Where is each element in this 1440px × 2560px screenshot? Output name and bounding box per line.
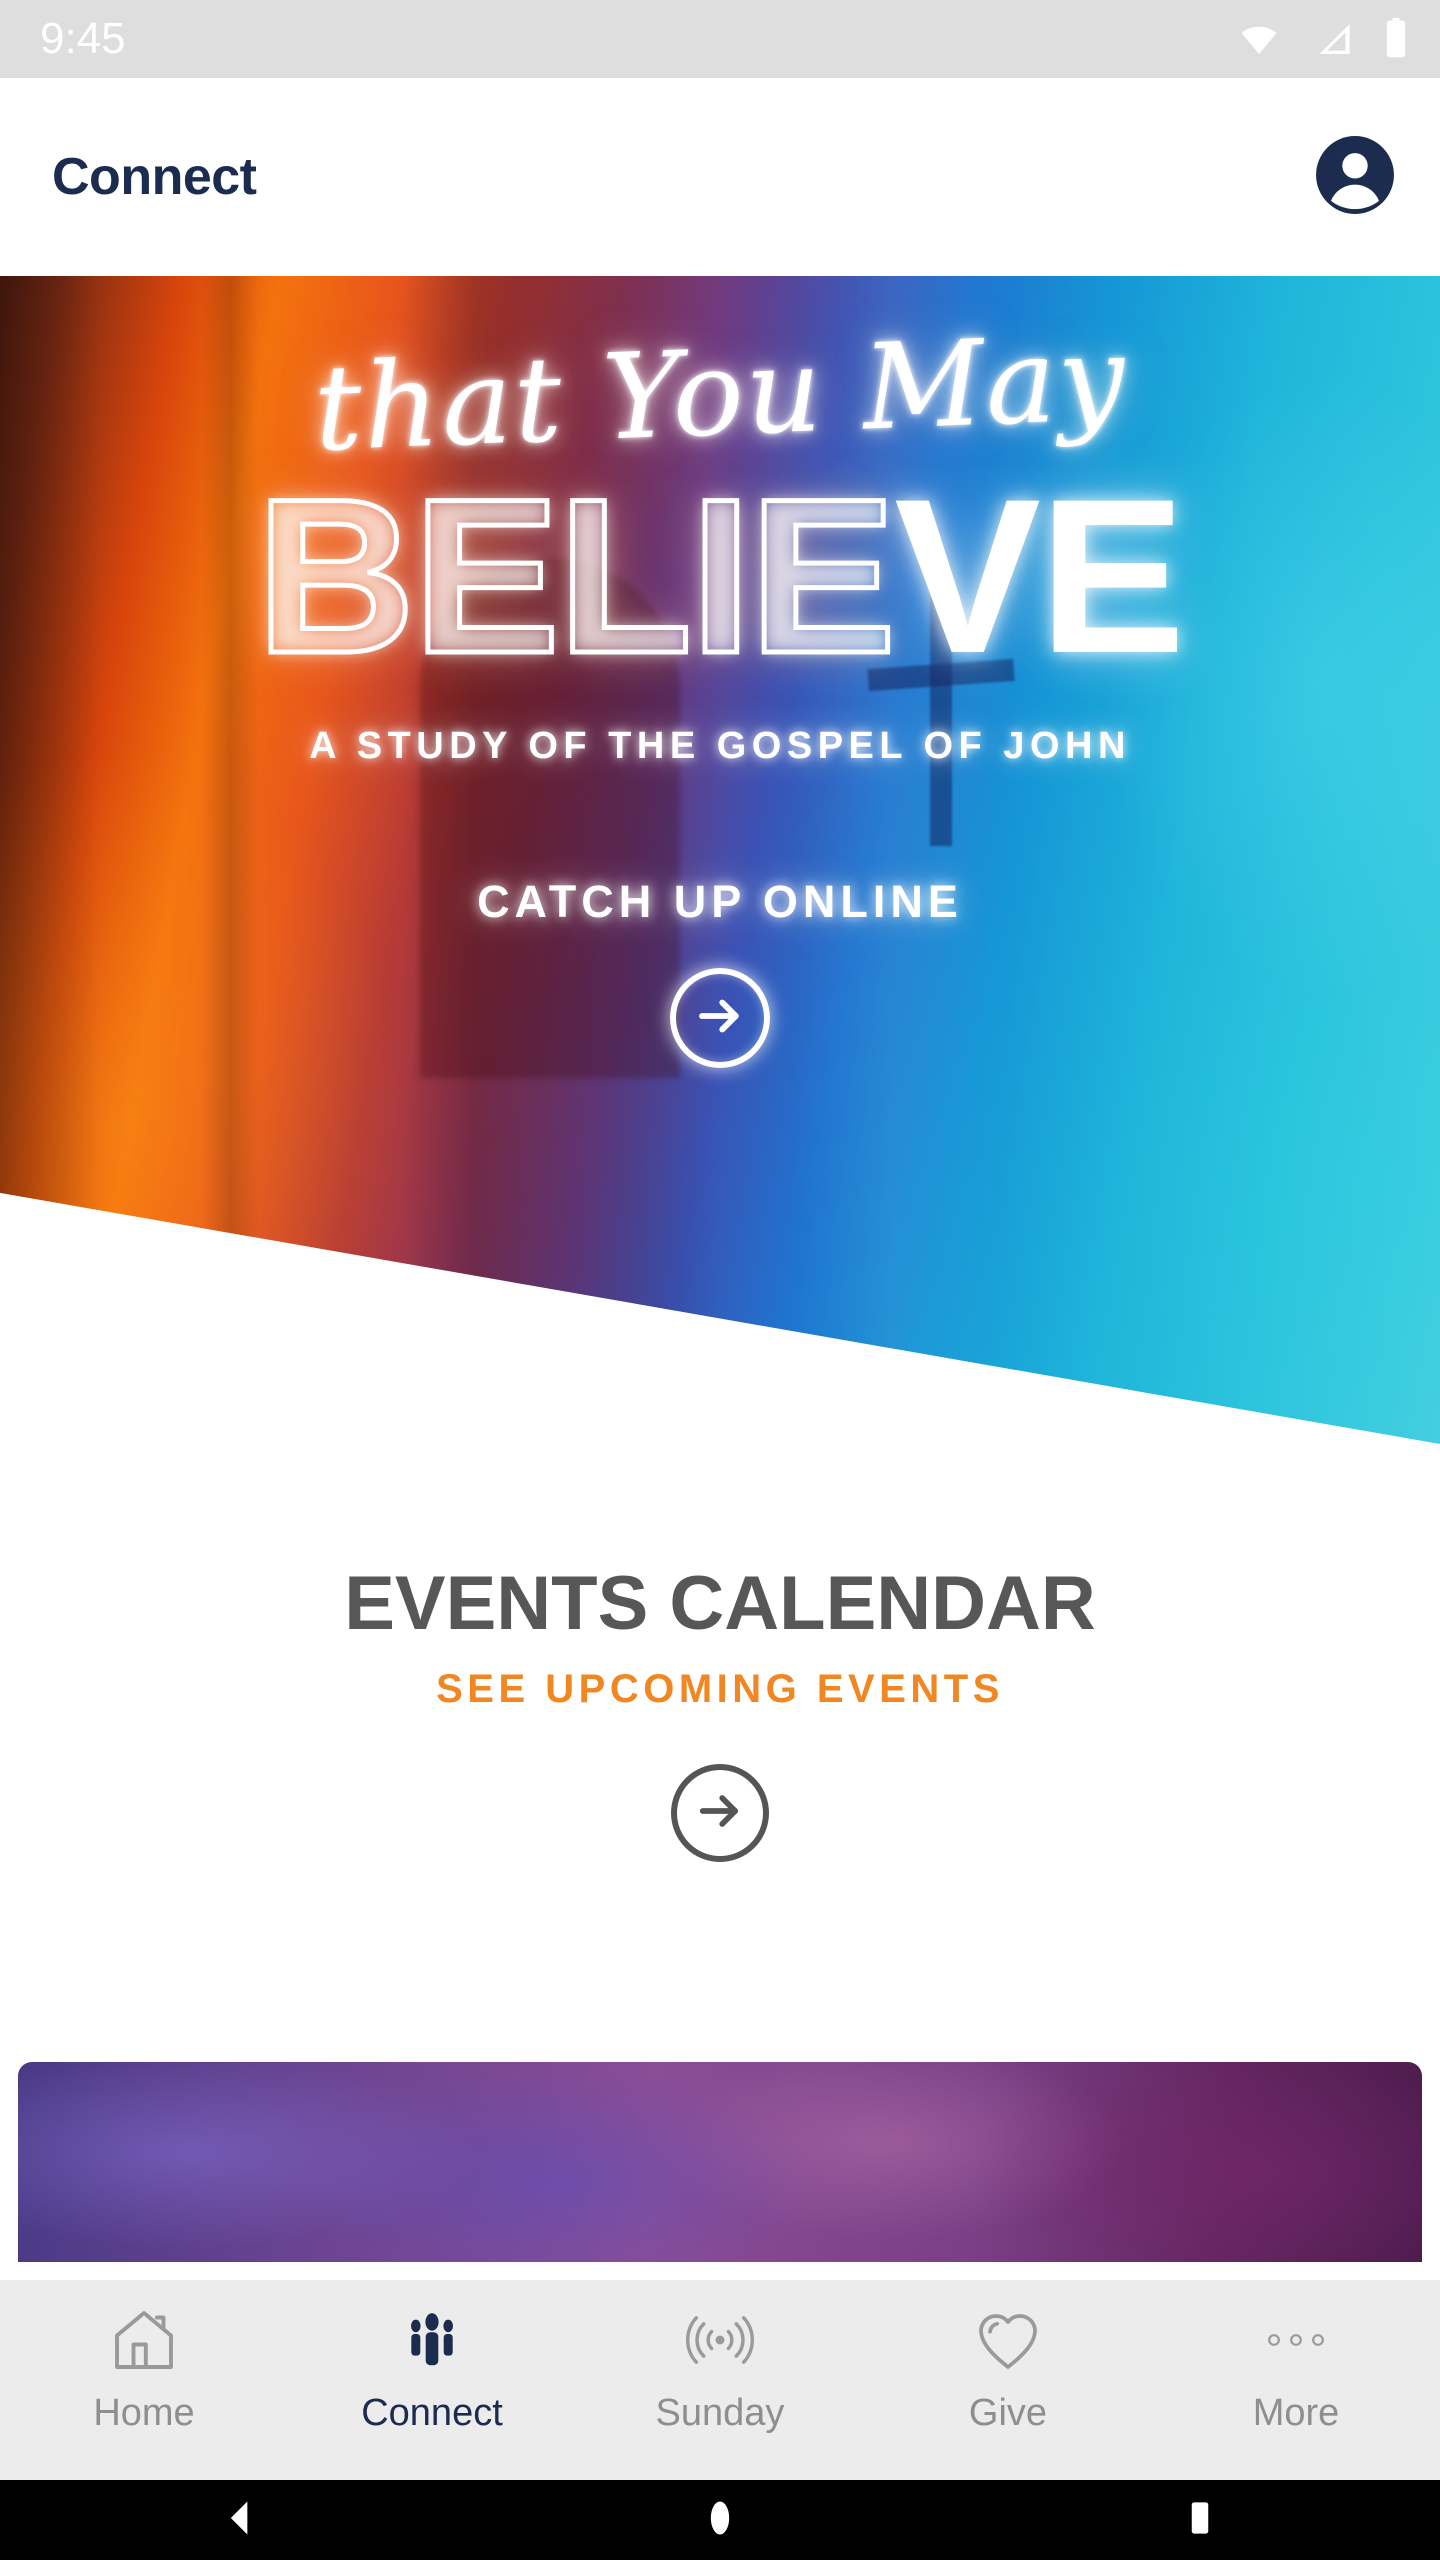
arrow-right-circle-icon — [694, 1785, 746, 1842]
tab-label-home: Home — [93, 2392, 195, 2434]
android-recents-button[interactable] — [1140, 2480, 1260, 2560]
cellular-signal-icon — [1310, 19, 1356, 59]
promo-photo-card[interactable] — [18, 2062, 1422, 2262]
broadcast-icon — [684, 2302, 756, 2378]
events-calendar-button[interactable] — [671, 1764, 769, 1862]
hero-cta-label: CATCH UP ONLINE — [477, 876, 963, 927]
account-avatar-icon — [1314, 134, 1396, 221]
tab-sunday[interactable]: Sunday — [576, 2302, 864, 2435]
back-triangle-icon — [218, 2496, 262, 2545]
tab-give[interactable]: Give — [864, 2302, 1152, 2435]
tab-label-give: Give — [968, 2392, 1048, 2434]
hero-content: that You May BELIE VE A STUDY OF THE GOSP… — [0, 276, 1440, 1444]
hero-headline-solid: VE — [894, 453, 1185, 699]
tab-home[interactable]: Home — [0, 2302, 288, 2435]
tab-more[interactable]: More — [1152, 2302, 1440, 2435]
hero-banner[interactable]: that You May BELIE VE A STUDY OF THE GOSP… — [0, 276, 1440, 1444]
recents-square-icon — [1178, 2496, 1222, 2545]
android-navigation-bar — [0, 2480, 1440, 2560]
heart-icon — [972, 2302, 1044, 2378]
battery-icon — [1382, 17, 1410, 61]
ellipsis-icon — [1260, 2302, 1332, 2378]
status-time: 9:45 — [40, 14, 126, 63]
hero-subtitle: A STUDY OF THE GOSPEL OF JOHN — [309, 725, 1131, 767]
events-calendar-subtitle: SEE UPCOMING EVENTS — [436, 1667, 1004, 1711]
account-avatar-button[interactable] — [1314, 134, 1396, 221]
status-bar: 9:45 — [0, 0, 1440, 78]
tab-label-more: More — [1252, 2392, 1340, 2434]
hero-script-line: that You May — [311, 308, 1129, 478]
hero-catch-up-online-button[interactable] — [670, 968, 770, 1068]
events-calendar-title: EVENTS CALENDAR — [344, 1561, 1096, 1646]
android-home-button[interactable] — [660, 2480, 780, 2560]
home-circle-icon — [698, 2496, 742, 2545]
app-header: Connect — [0, 78, 1440, 276]
arrow-right-circle-icon — [693, 989, 747, 1048]
events-calendar-section[interactable]: EVENTS CALENDAR SEE UPCOMING EVENTS — [0, 1560, 1440, 1862]
tab-label-connect: Connect — [361, 2392, 503, 2434]
bottom-tab-bar: Home Connect Sunday Give More — [0, 2280, 1440, 2480]
hero-headline: BELIE VE — [254, 453, 1186, 699]
status-icon-group — [1234, 17, 1410, 61]
wifi-icon — [1234, 19, 1284, 59]
people-icon — [396, 2302, 468, 2378]
hero-headline-outline: BELIE — [254, 453, 899, 699]
tab-connect[interactable]: Connect — [288, 2302, 576, 2435]
tab-label-sunday: Sunday — [655, 2392, 785, 2434]
page-title: Connect — [52, 148, 257, 206]
android-back-button[interactable] — [180, 2480, 300, 2560]
home-icon — [108, 2302, 180, 2378]
app-screen: 9:45 Connect that You May BELIE VE A STU… — [0, 0, 1440, 2560]
